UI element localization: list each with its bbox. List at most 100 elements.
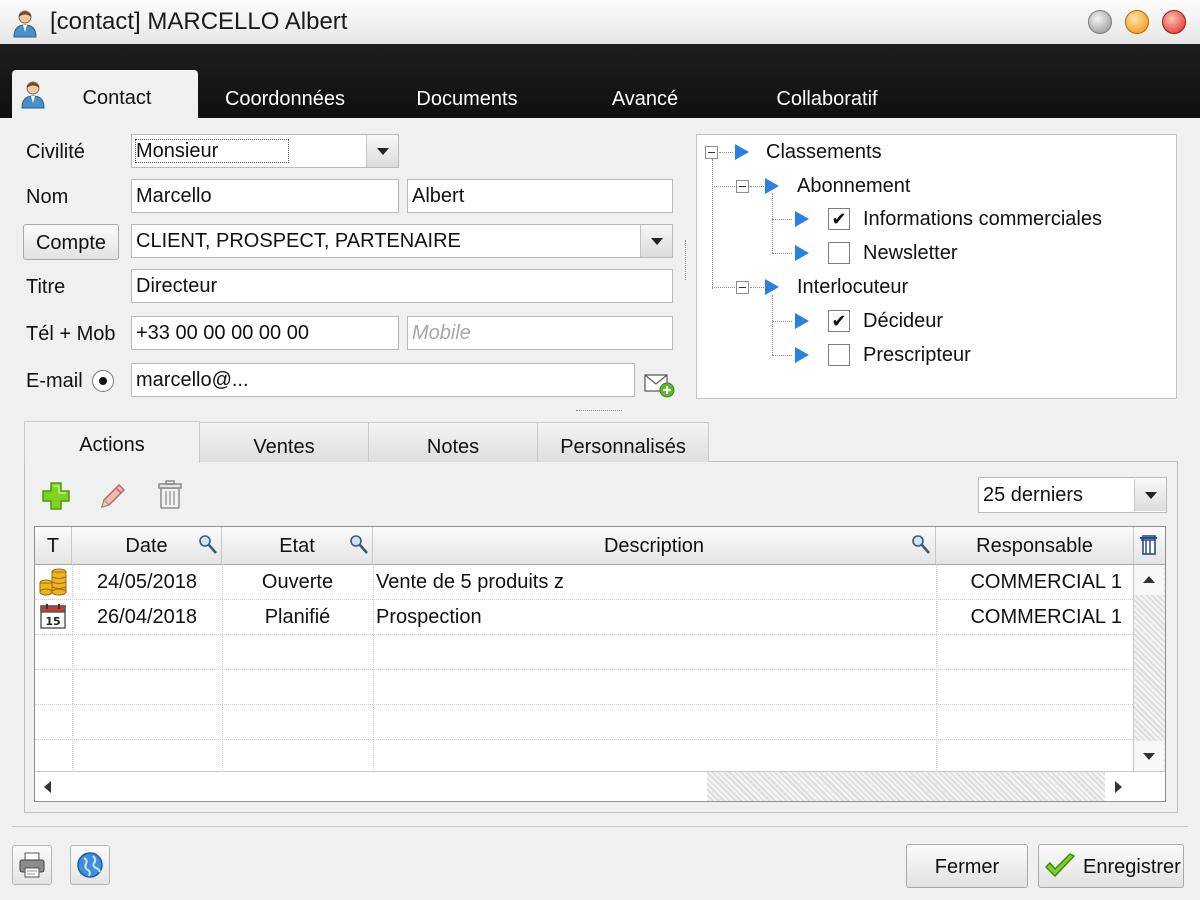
last-name-input[interactable]: Marcello xyxy=(131,179,399,213)
calendar-icon: 15 xyxy=(39,602,67,630)
cell-responsable: COMMERCIAL 1 xyxy=(970,606,1122,628)
add-icon[interactable] xyxy=(40,480,72,512)
splitter-horizontal[interactable] xyxy=(576,410,622,411)
vertical-scrollbar[interactable] xyxy=(1133,565,1165,771)
edit-pencil-icon[interactable] xyxy=(97,480,129,512)
tab-documents[interactable]: Documents xyxy=(388,44,546,118)
search-icon[interactable] xyxy=(911,534,931,562)
play-icon xyxy=(735,144,749,160)
close-button[interactable]: Fermer xyxy=(906,844,1028,888)
informations-commerciales-checkbox[interactable]: ✔ xyxy=(828,208,850,230)
globe-icon xyxy=(77,852,103,878)
collapse-classements-icon[interactable] xyxy=(705,146,718,159)
filter-dropdown-button[interactable] xyxy=(1134,479,1166,511)
civilite-label: Civilité xyxy=(26,141,85,163)
tree-group-interlocuteur[interactable]: Interlocuteur xyxy=(797,276,908,299)
subtab-ventes[interactable]: Ventes xyxy=(199,422,369,462)
column-header-responsable[interactable]: Responsable xyxy=(936,527,1134,564)
tel-label: Tél + Mob xyxy=(26,323,116,345)
horizontal-scrollbar[interactable] xyxy=(35,771,1165,801)
tab-collaboratif[interactable]: Collaboratif xyxy=(752,44,902,118)
newsletter-checkbox[interactable] xyxy=(828,242,850,264)
column-header-description[interactable]: Description xyxy=(373,527,936,564)
classements-tree: Classements Abonnement ✔ Informations co… xyxy=(696,134,1177,399)
tree-item-newsletter[interactable]: Newsletter xyxy=(863,242,957,265)
first-name-input[interactable]: Albert xyxy=(407,179,673,213)
save-button[interactable]: Enregistrer xyxy=(1038,844,1184,888)
cell-description: Vente de 5 produits z xyxy=(376,571,564,593)
email-input[interactable]: marcello@... xyxy=(131,363,635,397)
civilite-dropdown-button[interactable] xyxy=(366,135,398,167)
titre-label: Titre xyxy=(26,276,66,298)
compte-dropdown-button[interactable] xyxy=(640,225,672,257)
cell-description: Prospection xyxy=(376,606,482,628)
email-label: E-mail xyxy=(26,370,83,392)
subtab-personnalises[interactable]: Personnalisés xyxy=(537,422,709,462)
horizontal-scroll-thumb[interactable] xyxy=(63,774,707,800)
table-row[interactable]: 15 26/04/2018 Planifié Prospection COMME… xyxy=(35,600,1133,634)
checkmark-icon xyxy=(1044,853,1076,878)
contact-app-icon xyxy=(10,8,40,38)
filter-select[interactable]: 25 derniers xyxy=(978,477,1167,513)
cell-date: 24/05/2018 xyxy=(96,571,198,593)
tab-avance[interactable]: Avancé xyxy=(580,44,710,118)
arrow-left-icon xyxy=(44,781,51,793)
collapse-abonnement-icon[interactable] xyxy=(736,180,749,193)
play-icon xyxy=(795,313,809,329)
web-button[interactable] xyxy=(70,845,110,885)
column-header-etat[interactable]: Etat xyxy=(222,527,373,564)
play-icon xyxy=(765,178,779,194)
arrow-down-icon xyxy=(1143,753,1155,760)
titre-input[interactable]: Directeur xyxy=(131,269,673,303)
arrow-up-icon xyxy=(1143,576,1155,583)
column-header-type[interactable]: T xyxy=(35,527,72,564)
column-header-description-label: Description xyxy=(603,535,705,557)
splitter-vertical[interactable] xyxy=(685,240,686,280)
trash-icon[interactable] xyxy=(154,479,186,511)
scroll-down-button[interactable] xyxy=(1134,741,1164,771)
arrow-right-icon xyxy=(1115,781,1122,793)
send-email-icon[interactable] xyxy=(643,371,675,399)
column-header-date[interactable]: Date xyxy=(72,527,222,564)
civilite-select[interactable]: Monsieur xyxy=(131,134,399,168)
play-icon xyxy=(795,211,809,227)
tree-item-prescripteur[interactable]: Prescripteur xyxy=(863,344,971,367)
minimize-button[interactable] xyxy=(1088,10,1112,34)
tree-item-informations-commerciales[interactable]: Informations commerciales xyxy=(863,208,1102,231)
subtab-notes[interactable]: Notes xyxy=(368,422,538,462)
scroll-up-button[interactable] xyxy=(1134,565,1164,595)
collapse-interlocuteur-icon[interactable] xyxy=(736,281,749,294)
play-icon xyxy=(795,245,809,261)
tree-item-decideur[interactable]: Décideur xyxy=(863,310,943,333)
search-icon[interactable] xyxy=(349,534,369,562)
cell-etat: Ouverte xyxy=(261,571,334,593)
tab-contact[interactable]: Contact xyxy=(12,70,198,119)
compte-select[interactable]: CLIENT, PROSPECT, PARTENAIRE xyxy=(131,224,673,258)
scroll-left-button[interactable] xyxy=(35,772,63,801)
search-icon[interactable] xyxy=(198,534,218,562)
compte-button[interactable]: Compte xyxy=(23,224,119,260)
close-window-button[interactable] xyxy=(1162,10,1186,34)
tree-group-abonnement[interactable]: Abonnement xyxy=(797,175,910,198)
maximize-button[interactable] xyxy=(1125,10,1149,34)
phone-input[interactable]: +33 00 00 00 00 00 xyxy=(131,316,399,350)
table-row[interactable]: 24/05/2018 Ouverte Vente de 5 produits z… xyxy=(35,565,1133,599)
cell-date: 26/04/2018 xyxy=(96,606,198,628)
tab-coordonnees[interactable]: Coordonnées xyxy=(205,44,365,118)
cell-responsable: COMMERCIAL 1 xyxy=(970,571,1122,593)
column-chooser-icon[interactable] xyxy=(1138,534,1160,558)
scroll-right-button[interactable] xyxy=(1105,772,1133,801)
compte-value: CLIENT, PROSPECT, PARTENAIRE xyxy=(136,230,461,252)
email-radio[interactable] xyxy=(92,370,114,392)
printer-icon xyxy=(19,852,45,878)
prescripteur-checkbox[interactable] xyxy=(828,344,850,366)
decideur-checkbox[interactable]: ✔ xyxy=(828,310,850,332)
filter-value: 25 derniers xyxy=(983,484,1084,506)
horizontal-scroll-track[interactable] xyxy=(707,772,1105,801)
print-button[interactable] xyxy=(12,845,52,885)
subtab-actions[interactable]: Actions xyxy=(24,421,200,463)
cell-etat: Planifié xyxy=(264,606,331,628)
tree-root-label[interactable]: Classements xyxy=(766,141,882,164)
contact-tab-icon xyxy=(18,79,48,109)
mobile-input[interactable]: Mobile xyxy=(407,316,673,350)
